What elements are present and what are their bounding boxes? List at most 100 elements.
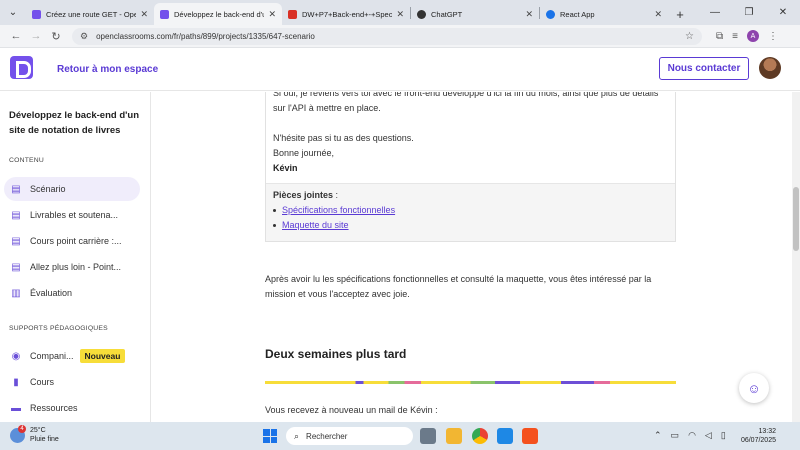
attachments-heading: Pièces jointes :: [273, 188, 338, 203]
site-info-icon[interactable]: ⚙: [80, 31, 88, 42]
back-arrow-icon[interactable]: ←: [6, 30, 26, 42]
back-to-space-link[interactable]: Retour à mon espace: [57, 64, 158, 75]
close-window-icon[interactable]: ✕: [766, 0, 800, 25]
chrome-icon[interactable]: [472, 428, 488, 444]
book-icon: ▮: [13, 376, 19, 388]
url-text: openclassrooms.com/fr/paths/899/projects…: [96, 31, 315, 41]
sidebar-item-scenario[interactable]: ▤ Scénario: [4, 177, 140, 201]
openclassrooms-logo-icon[interactable]: [10, 56, 33, 79]
list-item: Spécifications fonctionnelles: [273, 203, 395, 218]
new-tab-icon[interactable]: +: [668, 3, 692, 25]
tab-close-icon[interactable]: ✕: [654, 9, 662, 20]
tab-title: React App: [560, 9, 595, 19]
mockup-link[interactable]: Maquette du site: [282, 220, 349, 230]
course-title: Développez le back-end d'un site de nota…: [9, 110, 140, 136]
document-icon: ▤: [11, 183, 21, 195]
scrollbar-thumb[interactable]: [793, 187, 799, 251]
section-heading: Deux semaines plus tard: [265, 347, 407, 361]
browser-tab[interactable]: React App ✕: [540, 3, 668, 25]
tab-close-icon[interactable]: ✕: [268, 9, 276, 20]
reload-icon[interactable]: ↻: [46, 30, 66, 43]
menu-list-icon[interactable]: ≡: [732, 31, 738, 42]
openclassrooms-favicon-icon: [32, 9, 41, 19]
weather-widget[interactable]: 4 25°C Pluie fine: [10, 424, 59, 444]
wifi-icon[interactable]: ◠: [688, 430, 696, 441]
tab-title: DW+P7+Back-end+-+Spec: [302, 9, 393, 19]
browser-tab[interactable]: DW+P7+Back-end+-+Spec ✕: [282, 3, 410, 25]
react-favicon-icon: [546, 9, 555, 19]
sidebar-item-label: Cours point carrière :...: [30, 236, 122, 246]
decorative-divider: [265, 381, 676, 384]
minimize-icon[interactable]: —: [698, 0, 732, 25]
taskbar-clock[interactable]: 13:32 06/07/2025: [738, 427, 776, 445]
sidebar-item-label: Cours: [30, 377, 55, 387]
weather-rain-icon: 4: [10, 424, 26, 443]
restore-icon[interactable]: ❐: [732, 0, 766, 25]
tab-close-icon[interactable]: ✕: [525, 9, 533, 20]
document-icon: ▤: [11, 209, 21, 221]
battery-icon[interactable]: ▯: [721, 430, 726, 441]
sidebar-item-label: Ressources: [30, 403, 78, 413]
browser-toolbar: ← → ↻ ⚙ openclassrooms.com/fr/paths/899/…: [0, 25, 800, 48]
attachments-colon: :: [333, 190, 339, 200]
sidebar-item-allez-plus-loin[interactable]: ▤ Allez plus loin - Point...: [4, 255, 140, 279]
scenario-paragraph: Après avoir lu les spécifications foncti…: [265, 274, 652, 299]
tray-chevron-icon[interactable]: ⌃: [654, 430, 662, 441]
file-explorer-icon[interactable]: [446, 428, 462, 444]
browser-tab-active[interactable]: Développez le back-end d'u ✕: [154, 3, 282, 25]
tab-title: ChatGPT: [431, 9, 463, 19]
volume-icon[interactable]: ◁: [705, 430, 712, 441]
tab-close-icon[interactable]: ✕: [396, 9, 404, 20]
contact-button[interactable]: Nous contacter: [659, 57, 749, 80]
openclassrooms-favicon-icon: [160, 9, 169, 19]
tab-search-icon[interactable]: ⌄: [0, 0, 26, 25]
more-menu-icon[interactable]: ⋮: [768, 31, 778, 42]
attachments-list: Spécifications fonctionnelles Maquette d…: [273, 203, 395, 233]
document-icon: ▤: [11, 261, 21, 273]
email-text: N'hésite pas si tu as des questions.: [273, 133, 414, 143]
weather-desc: Pluie fine: [30, 436, 59, 443]
vscode-icon[interactable]: [497, 428, 513, 444]
search-placeholder: Rechercher: [306, 431, 348, 441]
email-signature: Kévin: [273, 163, 298, 173]
assistant-icon: ☺: [747, 380, 761, 396]
taskbar-search[interactable]: ⌕ Rechercher: [286, 427, 413, 445]
specifications-link[interactable]: Spécifications fonctionnelles: [282, 205, 395, 215]
extensions-icon[interactable]: ⧉: [716, 31, 723, 42]
sidebar-item-ressources[interactable]: ▬ Ressources: [4, 396, 140, 420]
system-tray: ⌃ ▭ ◠ ◁ ▯: [654, 430, 726, 441]
task-view-icon[interactable]: [420, 428, 436, 444]
tab-title: Créez une route GET - Open: [46, 9, 137, 19]
main-content: Si oui, je reviens vers toi avec le fron…: [151, 92, 792, 422]
sidebar-item-cours[interactable]: ▮ Cours: [4, 370, 140, 394]
windows-taskbar: 4 25°C Pluie fine ⌕ Rechercher ⌃ ▭ ◠ ◁ ▯…: [0, 422, 800, 450]
git-app-icon[interactable]: [522, 428, 538, 444]
companion-icon: ◉: [11, 350, 21, 362]
sidebar-item-label: Livrables et soutena...: [30, 210, 119, 220]
sidebar-item-evaluation[interactable]: ▥ Évaluation: [4, 281, 140, 305]
tab-close-icon[interactable]: ✕: [140, 9, 148, 20]
tray-app-icon[interactable]: ▭: [671, 430, 680, 441]
weather-text: 25°C Pluie fine: [30, 426, 59, 444]
tab-title: Développez le back-end d'u: [174, 9, 265, 19]
bookmark-star-icon[interactable]: ☆: [685, 31, 694, 42]
chat-assistant-button[interactable]: ☺: [739, 373, 769, 403]
forward-arrow-icon[interactable]: →: [26, 30, 46, 42]
sidebar-item-livrables[interactable]: ▤ Livrables et soutena...: [4, 203, 140, 227]
profile-avatar[interactable]: A: [746, 30, 759, 42]
browser-tab[interactable]: Créez une route GET - Open ✕: [26, 3, 154, 25]
chatgpt-favicon-icon: [417, 9, 426, 19]
browser-tab[interactable]: ChatGPT ✕: [411, 3, 539, 25]
sidebar-item-cours-point-carriere[interactable]: ▤ Cours point carrière :...: [4, 229, 140, 253]
new-badge: Nouveau: [79, 349, 126, 363]
sidebar-item-companion[interactable]: ◉ Compani... Nouveau: [4, 344, 140, 368]
site-header: Retour à mon espace Nous contacter: [0, 48, 800, 91]
support-section-label: SUPPORTS PÉDAGOGIQUES: [9, 325, 108, 332]
window-controls: — ❐ ✕: [698, 0, 800, 25]
windows-start-icon[interactable]: [263, 429, 277, 443]
document-icon: ▤: [11, 235, 21, 247]
user-avatar[interactable]: [759, 57, 781, 79]
address-bar[interactable]: ⚙ openclassrooms.com/fr/paths/899/projec…: [72, 27, 702, 45]
page-scrollbar[interactable]: [792, 92, 800, 422]
email-text: Si oui, je reviens vers toi avec le fron…: [273, 92, 659, 113]
